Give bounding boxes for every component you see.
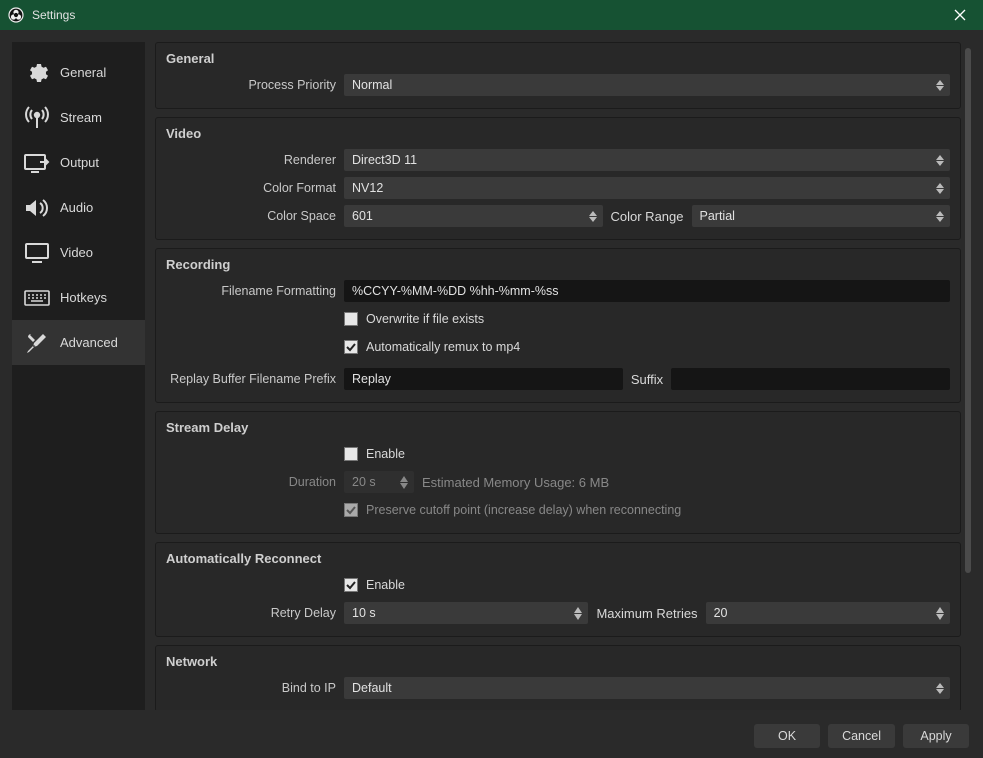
sidebar-item-label: Stream [60, 110, 102, 125]
sidebar-item-label: Advanced [60, 335, 118, 350]
color-space-combo[interactable]: 601 [344, 205, 603, 227]
filename-formatting-input[interactable] [344, 280, 950, 302]
group-title: Automatically Reconnect [166, 551, 950, 566]
speaker-icon [24, 195, 50, 221]
sidebar-item-label: Hotkeys [60, 290, 107, 305]
settings-content: General Process Priority Normal Video Re… [155, 42, 971, 710]
dialog-footer: OK Cancel Apply [0, 714, 983, 758]
replay-prefix-input[interactable] [344, 368, 623, 390]
output-icon [24, 150, 50, 176]
retry-delay-label: Retry Delay [166, 606, 344, 620]
sidebar-item-hotkeys[interactable]: Hotkeys [12, 275, 145, 320]
group-title: General [166, 51, 950, 66]
max-retries-spinbox[interactable]: 20 [706, 602, 950, 624]
checkbox-box [344, 578, 358, 592]
chevron-updown-icon [934, 74, 946, 96]
chevron-updown-icon [934, 205, 946, 227]
group-title: Network [166, 654, 950, 669]
chevron-updown-icon [934, 677, 946, 699]
sidebar-item-label: Output [60, 155, 99, 170]
sidebar-item-stream[interactable]: Stream [12, 95, 145, 140]
replay-suffix-label: Suffix [631, 372, 663, 387]
chevron-updown-icon [934, 602, 946, 624]
window-title: Settings [32, 8, 75, 22]
group-auto-reconnect: Automatically Reconnect Enable Retry Del… [155, 542, 961, 637]
chevron-updown-icon [934, 149, 946, 171]
close-button[interactable] [945, 0, 975, 30]
color-range-label: Color Range [611, 209, 684, 224]
max-retries-label: Maximum Retries [596, 606, 697, 621]
sidebar-item-advanced[interactable]: Advanced [12, 320, 145, 365]
gear-icon [24, 60, 50, 86]
color-range-combo[interactable]: Partial [692, 205, 951, 227]
scrollbar-thumb[interactable] [965, 48, 971, 573]
checkbox-box [344, 340, 358, 354]
sidebar-item-label: Video [60, 245, 93, 260]
auto-remux-checkbox[interactable]: Automatically remux to mp4 [344, 340, 520, 354]
retry-delay-spinbox[interactable]: 10 s [344, 602, 588, 624]
filename-formatting-label: Filename Formatting [166, 284, 344, 298]
renderer-label: Renderer [166, 153, 344, 167]
sidebar-item-label: Audio [60, 200, 93, 215]
chevron-updown-icon [587, 205, 599, 227]
tools-icon [24, 330, 50, 356]
chevron-updown-icon [934, 177, 946, 199]
sidebar-item-video[interactable]: Video [12, 230, 145, 275]
settings-sidebar: General Stream Output Audio Video Hotkey… [12, 42, 145, 710]
duration-label: Duration [166, 475, 344, 489]
chevron-updown-icon [572, 602, 584, 624]
process-priority-combo[interactable]: Normal [344, 74, 950, 96]
group-title: Video [166, 126, 950, 141]
sidebar-item-label: General [60, 65, 106, 80]
sidebar-item-audio[interactable]: Audio [12, 185, 145, 230]
bind-ip-combo[interactable]: Default [344, 677, 950, 699]
group-title: Recording [166, 257, 950, 272]
ok-button[interactable]: OK [754, 724, 820, 748]
group-network: Network Bind to IP Default [155, 645, 961, 710]
duration-spinbox[interactable]: 20 s [344, 471, 414, 493]
checkbox-box [344, 312, 358, 326]
renderer-combo[interactable]: Direct3D 11 [344, 149, 950, 171]
color-format-label: Color Format [166, 181, 344, 195]
color-space-label: Color Space [166, 209, 344, 223]
scrollbar[interactable] [965, 48, 971, 704]
stream-delay-enable-checkbox[interactable]: Enable [344, 447, 405, 461]
titlebar: Settings [0, 0, 983, 30]
overwrite-checkbox[interactable]: Overwrite if file exists [344, 312, 484, 326]
checkbox-box [344, 503, 358, 517]
replay-prefix-label: Replay Buffer Filename Prefix [166, 372, 344, 386]
replay-suffix-input[interactable] [671, 368, 950, 390]
keyboard-icon [24, 285, 50, 311]
group-stream-delay: Stream Delay Enable Duration 20 s Estima [155, 411, 961, 534]
group-general: General Process Priority Normal [155, 42, 961, 109]
color-format-combo[interactable]: NV12 [344, 177, 950, 199]
sidebar-item-output[interactable]: Output [12, 140, 145, 185]
group-video: Video Renderer Direct3D 11 Color Format … [155, 117, 961, 240]
preserve-cutoff-checkbox[interactable]: Preserve cutoff point (increase delay) w… [344, 503, 681, 517]
memory-usage-label: Estimated Memory Usage: 6 MB [422, 475, 609, 490]
auto-reconnect-enable-checkbox[interactable]: Enable [344, 578, 405, 592]
bind-ip-label: Bind to IP [166, 681, 344, 695]
group-recording: Recording Filename Formatting Overwrite … [155, 248, 961, 403]
chevron-updown-icon [398, 471, 410, 493]
sidebar-item-general[interactable]: General [12, 50, 145, 95]
process-priority-label: Process Priority [166, 78, 344, 92]
cancel-button[interactable]: Cancel [828, 724, 895, 748]
monitor-icon [24, 240, 50, 266]
checkbox-box [344, 447, 358, 461]
apply-button[interactable]: Apply [903, 724, 969, 748]
app-icon [8, 7, 24, 23]
group-title: Stream Delay [166, 420, 950, 435]
broadcast-icon [24, 105, 50, 131]
